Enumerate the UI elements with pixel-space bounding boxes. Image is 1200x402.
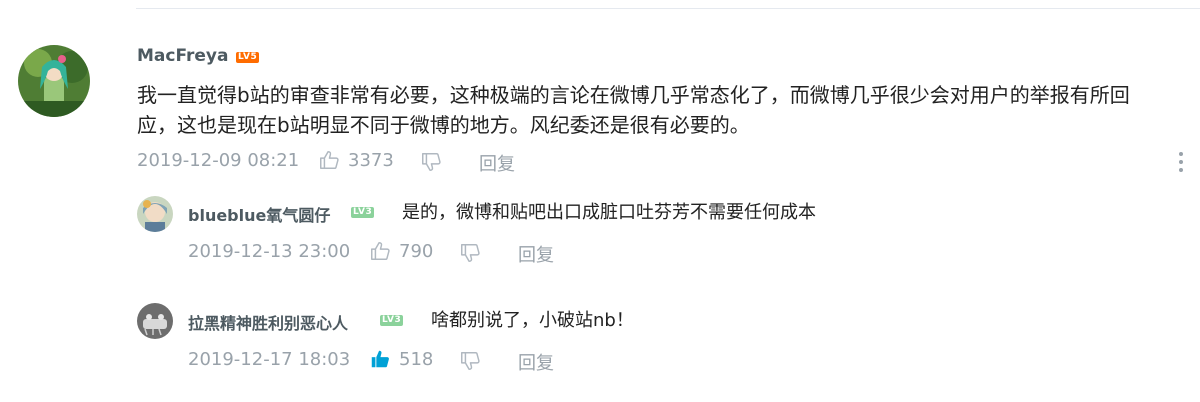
avatar[interactable] [137,196,173,232]
timestamp: 2019-12-09 08:21 [137,150,300,171]
like-count: 518 [399,349,434,370]
timestamp: 2019-12-17 18:03 [188,349,351,370]
reply-text: 是的，微博和贴吧出口成脏口吐芬芳不需要任何成本 [402,202,816,223]
reply-button[interactable]: 回复 [518,349,554,375]
reply-button[interactable]: 回复 [518,241,554,267]
like-count: 3373 [348,150,394,171]
comment-text: 我一直觉得b站的审查非常有必要，这种极端的言论在微博几乎常态化了，而微博几乎很少… [137,80,1130,140]
thumbs-up-icon[interactable] [369,348,391,375]
avatar[interactable] [137,303,173,339]
thumbs-up-icon[interactable] [369,240,391,267]
thumbs-down-icon[interactable] [420,151,442,178]
thumbs-down-icon[interactable] [459,350,481,377]
thumbs-up-icon[interactable] [318,149,340,176]
level-badge: LV3 [351,207,375,218]
comment-info: 2019-12-09 08:21 3373 回复 [137,149,557,176]
thumbs-down-icon[interactable] [459,242,481,269]
reply-info: 2019-12-17 18:03 518 回复 [188,348,588,375]
level-badge: LV3 [380,315,404,326]
username[interactable]: blueblue氧气圆仔 [188,202,330,226]
avatar[interactable] [18,45,90,117]
reply-button[interactable]: 回复 [479,150,515,176]
reply-info: 2019-12-13 23:00 790 回复 [188,240,588,267]
more-menu-icon[interactable] [1176,152,1186,174]
timestamp: 2019-12-13 23:00 [188,241,351,262]
reply-text: 啥都别说了，小破站nb！ [431,310,634,331]
like-count: 790 [399,241,434,262]
comment-text-line: 应，这也是现在b站明显不同于微博的地方。风纪委还是很有必要的。 [137,113,750,137]
username[interactable]: 拉黑精神胜利别恶心人 [188,310,348,334]
top-divider [136,8,1200,9]
level-badge: LV5 [236,52,260,63]
username[interactable]: MacFreya [137,46,228,66]
comment-text-line: 我一直觉得b站的审查非常有必要，这种极端的言论在微博几乎常态化了，而微博几乎很少… [137,83,1130,107]
